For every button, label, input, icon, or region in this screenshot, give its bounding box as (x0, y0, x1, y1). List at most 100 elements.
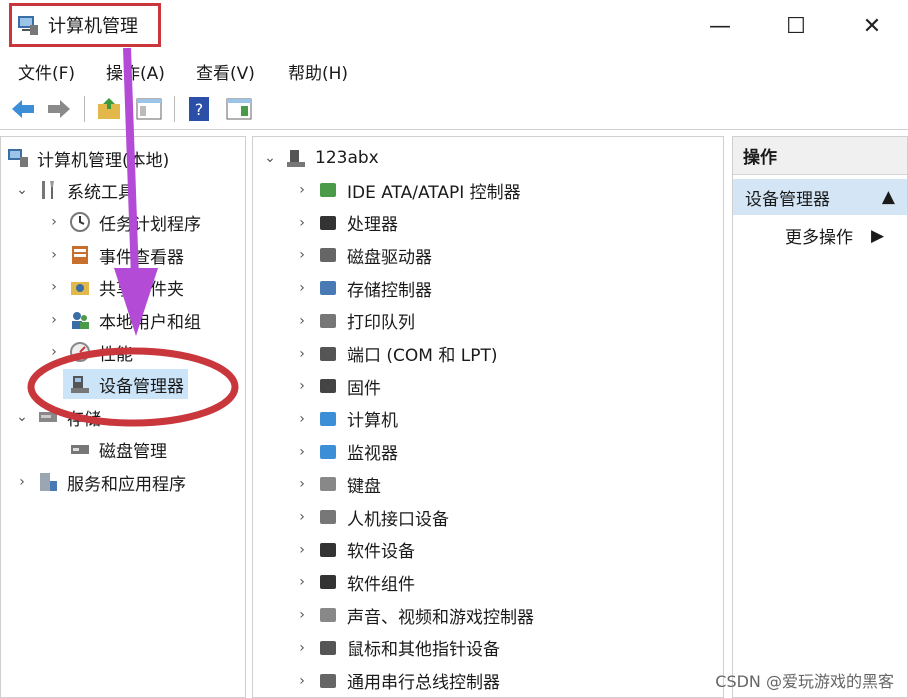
device-category-row[interactable]: › 软件设备 (293, 535, 415, 565)
disk-drive-icon (320, 248, 336, 263)
chevron-right-icon[interactable]: › (293, 181, 311, 199)
actions-section[interactable]: 设备管理器 ▲ (733, 179, 907, 215)
keyboard-icon (320, 477, 336, 492)
device-category-label: 鼠标和其他指针设备 (347, 640, 500, 661)
device-category-label: 处理器 (347, 215, 398, 236)
chevron-right-icon[interactable]: › (293, 573, 311, 591)
event-viewer-icon (72, 246, 88, 264)
menu-file[interactable]: 文件(F) (18, 59, 75, 84)
device-category-row[interactable]: › 软件组件 (293, 567, 415, 597)
device-category-row[interactable]: › 声音、视频和游戏控制器 (293, 600, 534, 630)
device-category-row[interactable]: › 人机接口设备 (293, 502, 449, 532)
device-category-label: 键盘 (347, 476, 381, 497)
more-actions[interactable]: 更多操作 ▶ (785, 223, 885, 249)
users-icon (72, 312, 89, 329)
device-host-label: 123abx (315, 148, 379, 168)
title-highlight-box (9, 3, 161, 47)
device-category-label: 打印队列 (347, 313, 415, 334)
device-category-row[interactable]: › 键盘 (293, 469, 381, 499)
computer-host-icon (287, 150, 305, 167)
chevron-right-icon[interactable]: › (293, 345, 311, 363)
tools-icon (42, 181, 54, 199)
device-category-row[interactable]: › IDE ATA/ATAPI 控制器 (293, 175, 521, 205)
help-icon[interactable]: ? (186, 96, 212, 122)
close-button[interactable]: ✕ (854, 12, 890, 40)
chevron-right-icon[interactable]: › (293, 410, 311, 428)
device-category-row[interactable]: › 处理器 (293, 208, 398, 238)
processor-icon (320, 215, 336, 230)
chevron-right-icon[interactable]: › (293, 246, 311, 264)
more-actions-label: 更多操作 (785, 228, 853, 248)
chevron-right-icon[interactable]: › (45, 246, 63, 264)
computer-management-icon (8, 149, 28, 167)
device-category-row[interactable]: › 计算机 (293, 404, 398, 434)
device-category-label: 软件设备 (347, 542, 415, 563)
chevron-right-icon[interactable]: › (293, 443, 311, 461)
maximize-button[interactable]: ☐ (778, 12, 814, 40)
chevron-down-icon[interactable]: ⌄ (13, 181, 31, 199)
chevron-right-icon[interactable]: › (293, 639, 311, 657)
chevron-down-icon[interactable]: ⌄ (261, 149, 279, 167)
forward-arrow-icon[interactable] (46, 96, 72, 122)
chevron-right-icon[interactable]: › (293, 377, 311, 395)
device-category-row[interactable]: › 固件 (293, 371, 381, 401)
device-category-label: 通用串行总线控制器 (347, 673, 500, 693)
toolbar-separator (84, 96, 85, 122)
clock-icon (70, 212, 90, 232)
device-category-label: 计算机 (347, 411, 398, 432)
chevron-right-icon[interactable]: › (45, 311, 63, 329)
device-category-label: 端口 (COM 和 LPT) (347, 346, 498, 366)
highlight-ellipse (27, 347, 239, 427)
chevron-right-icon[interactable]: › (293, 541, 311, 559)
tree-item-label: 磁盘管理 (99, 441, 167, 462)
menu-view[interactable]: 查看(V) (196, 59, 255, 84)
device-category-row[interactable]: › 存储控制器 (293, 273, 432, 303)
chevron-right-icon[interactable]: › (45, 278, 63, 296)
chevron-right-icon[interactable]: › (293, 214, 311, 232)
mouse-icon (320, 640, 336, 655)
device-category-label: 磁盘驱动器 (347, 247, 432, 268)
device-category-row[interactable]: › 通用串行总线控制器 (293, 666, 500, 696)
back-arrow-icon[interactable] (10, 96, 36, 122)
actions-header: 操作 (733, 137, 907, 175)
device-category-label: 固件 (347, 378, 381, 399)
port-icon (320, 346, 336, 361)
menu-help[interactable]: 帮助(H) (288, 59, 348, 84)
device-category-row[interactable]: › 打印队列 (293, 306, 415, 336)
chevron-right-icon[interactable]: › (293, 606, 311, 624)
software-component-icon (320, 575, 336, 590)
chevron-right-icon[interactable]: › (13, 473, 31, 491)
action-pane-icon[interactable] (226, 96, 252, 122)
tree-services[interactable]: › 服务和应用程序 (13, 467, 186, 497)
monitor-icon (320, 444, 336, 459)
chevron-right-icon[interactable]: › (293, 279, 311, 297)
disk-icon (71, 445, 89, 454)
chevron-right-icon[interactable]: › (45, 213, 63, 231)
tree-services-label: 服务和应用程序 (67, 474, 186, 495)
chevron-right-icon[interactable]: › (293, 312, 311, 330)
actions-section-label: 设备管理器 (745, 189, 830, 210)
device-category-row[interactable]: › 监视器 (293, 437, 398, 467)
chevron-right-icon: ▶ (871, 225, 885, 246)
device-category-row[interactable]: › 磁盘驱动器 (293, 240, 432, 270)
device-category-row[interactable]: › 端口 (COM 和 LPT) (293, 339, 498, 369)
device-list-pane: ⌄ 123abx › IDE ATA/ATAPI 控制器 › 处理器 › 磁盘驱动器 › 存储… (252, 136, 724, 698)
device-category-label: IDE ATA/ATAPI 控制器 (347, 182, 521, 203)
chevron-right-icon[interactable]: › (293, 508, 311, 526)
annotation-arrow (114, 47, 158, 336)
tree-item-disk-management[interactable]: 磁盘管理 (63, 434, 167, 464)
device-host[interactable]: ⌄ 123abx (261, 143, 379, 173)
device-category-row[interactable]: › 鼠标和其他指针设备 (293, 633, 500, 663)
usb-icon (320, 673, 336, 688)
firmware-icon (320, 379, 336, 394)
device-category-label: 监视器 (347, 444, 398, 465)
chevron-right-icon[interactable]: › (293, 672, 311, 690)
device-category-label: 存储控制器 (347, 280, 432, 301)
chevron-right-icon[interactable]: › (293, 475, 311, 493)
storage-controller-icon (320, 281, 336, 296)
minimize-button[interactable]: — (702, 12, 738, 40)
device-category-label: 声音、视频和游戏控制器 (347, 607, 534, 628)
title-bar: 计算机管理 — ☐ ✕ (0, 0, 908, 52)
collapse-up-icon[interactable]: ▲ (882, 187, 895, 207)
hid-icon (320, 510, 336, 524)
